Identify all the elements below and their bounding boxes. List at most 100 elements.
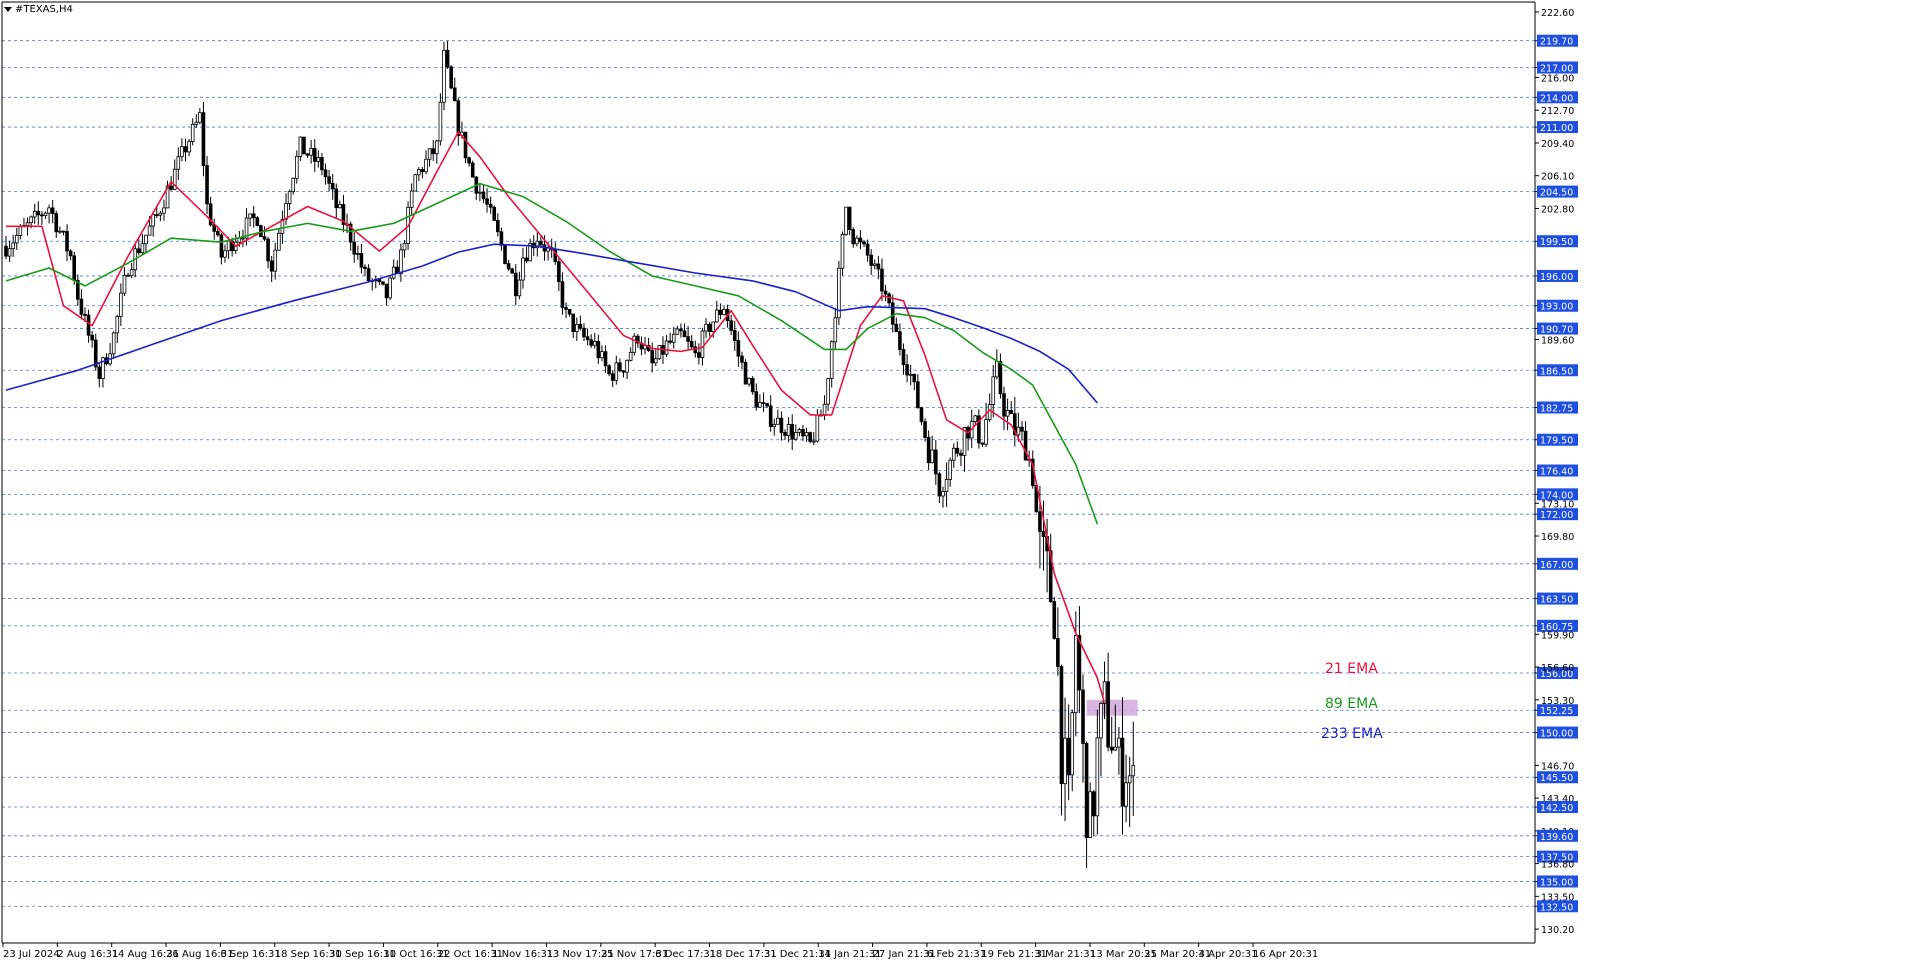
candle-body [560, 281, 565, 308]
candle-body [1127, 775, 1132, 784]
candle-body [323, 169, 328, 178]
candle-body [610, 373, 615, 381]
candle-body [61, 230, 66, 233]
price-chart[interactable]: 21 EMA89 EMA233 EMA 222.60219.70217.0021… [0, 0, 1916, 963]
candle-body [169, 185, 173, 190]
candle-body [316, 157, 321, 162]
price-tick-label: 169.80 [1541, 532, 1574, 543]
candle-body [862, 241, 866, 245]
candle-body [255, 217, 260, 226]
candle-body [869, 254, 873, 266]
candle-body [776, 417, 780, 425]
candle-body [847, 206, 852, 230]
price-tag-label: 182.75 [1540, 403, 1573, 414]
candle-body [467, 157, 471, 164]
candle-body [822, 403, 827, 416]
candle-body [438, 101, 443, 142]
price-tick-label: 189.60 [1541, 335, 1574, 346]
candle-body [269, 260, 274, 272]
candle-body [496, 219, 500, 233]
candle-body [865, 243, 870, 256]
price-tick-label: 222.60 [1541, 8, 1574, 19]
price-tag-label: 150.00 [1540, 729, 1573, 740]
candle-body [668, 340, 672, 343]
candle-body [747, 377, 751, 385]
candle-body [154, 214, 159, 217]
candle-body [582, 327, 586, 338]
candle-body [991, 376, 996, 405]
candle-body [90, 334, 94, 341]
price-tag-label: 139.60 [1540, 832, 1573, 843]
candle-body [470, 162, 475, 178]
candle-body [36, 210, 41, 216]
price-tag-label: 135.00 [1540, 877, 1573, 888]
legend-label-21-ema: 21 EMA [1325, 661, 1378, 677]
candle-body [503, 244, 507, 265]
candle-body [478, 191, 482, 194]
candle-body [779, 417, 784, 433]
candle-body [194, 121, 199, 125]
price-tick-label: 202.80 [1541, 204, 1574, 215]
candle-body [277, 232, 281, 251]
candle-body [402, 243, 407, 251]
candle-layer [4, 40, 1136, 869]
candle-body [305, 153, 310, 156]
price-tag-label: 190.70 [1540, 325, 1573, 336]
legend-layer: 21 EMA 89 EMA 233 EMA [1321, 661, 1383, 742]
candle-body [826, 378, 830, 405]
candle-body [320, 157, 324, 171]
candle-body [711, 321, 716, 332]
candle-body [205, 165, 209, 205]
candle-body [266, 238, 270, 262]
candle-body [449, 66, 453, 89]
candle-body [1066, 737, 1071, 776]
candle-body [592, 341, 597, 346]
chart-area[interactable]: #TEXAS,H4 21 EMA 89 EMA 233 EMA 222.60 219.… [0, 0, 1916, 963]
candle-body [162, 207, 166, 214]
price-tag-label: 172.00 [1540, 510, 1573, 521]
candle-body [241, 237, 245, 240]
candle-body [47, 207, 51, 214]
candle-body [273, 249, 278, 272]
collapse-triangle-icon[interactable] [4, 7, 12, 12]
candle-body [190, 123, 195, 142]
candle-body [614, 362, 619, 381]
candle-body [513, 272, 518, 297]
candle-body [309, 148, 313, 156]
candle-body [804, 432, 809, 437]
candle-body [72, 255, 77, 281]
candle-body [700, 330, 705, 358]
candle-body [399, 249, 403, 275]
candle-body [302, 136, 306, 155]
candle-body [736, 340, 741, 357]
price-tag-label: 219.70 [1540, 37, 1573, 48]
candle-body [54, 213, 59, 233]
candle-body [97, 366, 102, 379]
candle-body [499, 231, 504, 246]
candle-body [732, 330, 737, 341]
candle-body [434, 140, 439, 155]
candle-body [1041, 530, 1046, 537]
candle-body [671, 333, 676, 343]
candle-body [312, 148, 317, 162]
candle-body [140, 243, 145, 254]
candle-body [68, 250, 73, 257]
candle-body [600, 351, 604, 359]
candle-body [417, 169, 421, 176]
legend-label-233-ema: 233 EMA [1321, 726, 1383, 742]
price-tick-label: 209.40 [1541, 139, 1574, 150]
candle-body [1074, 635, 1078, 714]
candle-body [628, 351, 633, 361]
candle-body [1099, 703, 1103, 739]
candle-body [11, 242, 15, 250]
candle-body [291, 177, 295, 193]
candle-body [618, 362, 622, 372]
candle-body [1117, 737, 1121, 748]
candle-body [1052, 601, 1057, 639]
price-tag-label: 152.25 [1540, 706, 1573, 717]
candle-body [366, 268, 371, 281]
candle-body [384, 283, 389, 299]
candle-body [758, 402, 762, 408]
price-tag-label: 167.00 [1540, 560, 1573, 571]
candle-body [729, 320, 733, 331]
